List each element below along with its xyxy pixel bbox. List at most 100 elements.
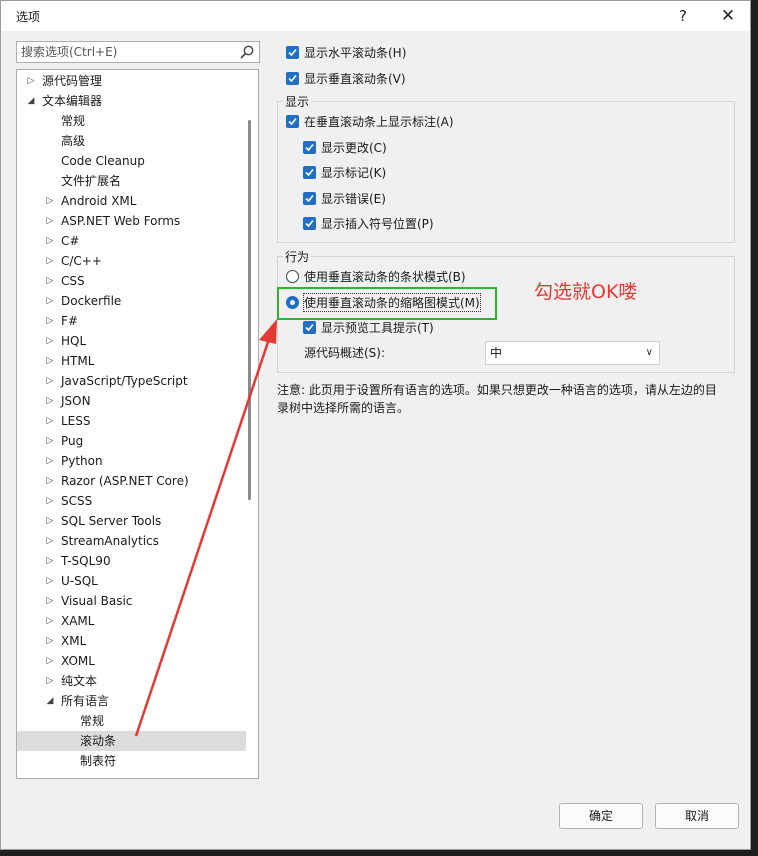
cancel-button[interactable]: 取消 <box>655 803 739 829</box>
expand-arrow-icon[interactable]: ▷ <box>26 71 36 91</box>
tree-item-label: 滚动条 <box>80 734 117 748</box>
tree-item[interactable]: ▷ SQL Server Tools <box>17 511 246 531</box>
highlight-box <box>277 287 497 320</box>
show-hscroll-checkbox[interactable]: 显示水平滚动条(H) <box>286 43 406 61</box>
overview-dropdown[interactable]: 中 ∨ <box>485 341 660 365</box>
tree-item[interactable]: ▷ CSS <box>17 271 246 291</box>
show-marks-checkbox[interactable]: 显示标记(K) <box>303 163 386 181</box>
expand-arrow-icon[interactable]: ▷ <box>45 651 55 671</box>
tree-item[interactable]: ▷ Pug <box>17 431 246 451</box>
expand-arrow-icon[interactable]: ▷ <box>45 471 55 491</box>
tree-item[interactable]: ▷ Dockerfile <box>17 291 246 311</box>
show-caret-checkbox[interactable]: 显示插入符号位置(P) <box>303 214 434 232</box>
close-button[interactable]: ✕ <box>714 5 742 27</box>
expand-arrow-icon[interactable]: ▷ <box>45 291 55 311</box>
tree-scrollbar-thumb[interactable] <box>248 120 251 500</box>
expand-arrow-icon[interactable]: ▷ <box>45 411 55 431</box>
tree-item[interactable]: ▷ Visual Basic <box>17 591 246 611</box>
show-annotations-label: 在垂直滚动条上显示标注(A) <box>304 114 454 129</box>
expand-arrow-icon[interactable]: ▷ <box>45 191 55 211</box>
expand-arrow-icon[interactable]: ▷ <box>45 391 55 411</box>
tree-item[interactable]: 制表符 <box>17 751 246 771</box>
bar-mode-radio[interactable]: 使用垂直滚动条的条状模式(B) <box>286 267 466 285</box>
title-bar: 选项 ? ✕ <box>1 1 750 31</box>
collapse-arrow-icon[interactable]: ◢ <box>26 91 36 111</box>
expand-arrow-icon[interactable]: ▷ <box>45 571 55 591</box>
checkbox-checked-icon <box>303 320 316 334</box>
checkbox-checked-icon <box>303 191 316 205</box>
show-errors-label: 显示错误(E) <box>321 191 386 206</box>
tree-item[interactable]: ◢ 文本编辑器 <box>17 91 246 111</box>
tree-item-label: 制表符 <box>80 754 117 768</box>
tree-item[interactable]: 文件扩展名 <box>17 171 246 191</box>
tree-item[interactable]: ▷ 源代码管理 <box>17 71 246 91</box>
tree-item[interactable]: 高级 <box>17 131 246 151</box>
checkbox-checked-icon <box>303 216 316 230</box>
tree-item[interactable]: 常规 <box>17 111 246 131</box>
expand-arrow-icon[interactable]: ▷ <box>45 511 55 531</box>
show-changes-checkbox[interactable]: 显示更改(C) <box>303 138 387 156</box>
expand-arrow-icon[interactable]: ▷ <box>45 431 55 451</box>
show-vscroll-checkbox[interactable]: 显示垂直滚动条(V) <box>286 69 406 87</box>
expand-arrow-icon[interactable]: ▷ <box>45 531 55 551</box>
tree-item[interactable]: ▷ StreamAnalytics <box>17 531 246 551</box>
options-tree[interactable]: ▷ 源代码管理 ◢ 文本编辑器 常规 高级 Code Cleanup 文件扩展名 ▷ Androi… <box>16 69 259 779</box>
tree-item[interactable]: ▷ SCSS <box>17 491 246 511</box>
collapse-arrow-icon[interactable]: ◢ <box>45 691 55 711</box>
tree-item[interactable]: ▷ HQL <box>17 331 246 351</box>
tree-item[interactable]: ▷ T-SQL90 <box>17 551 246 571</box>
show-errors-checkbox[interactable]: 显示错误(E) <box>303 189 386 207</box>
tree-item[interactable]: ▷ Razor (ASP.NET Core) <box>17 471 246 491</box>
tree-item[interactable]: ▷ XOML <box>17 651 246 671</box>
expand-arrow-icon[interactable]: ▷ <box>45 631 55 651</box>
expand-arrow-icon[interactable]: ▷ <box>45 251 55 271</box>
tree-item[interactable]: ▷ JavaScript/TypeScript <box>17 371 246 391</box>
annotation-text: 勾选就OK喽 <box>534 281 638 303</box>
expand-arrow-icon[interactable]: ▷ <box>45 311 55 331</box>
expand-arrow-icon[interactable]: ▷ <box>45 371 55 391</box>
expand-arrow-icon[interactable]: ▷ <box>45 551 55 571</box>
expand-arrow-icon[interactable]: ▷ <box>45 271 55 291</box>
tree-item[interactable]: Code Cleanup <box>17 151 246 171</box>
tree-item[interactable]: ▷ 纯文本 <box>17 671 246 691</box>
tree-item[interactable]: ▷ F# <box>17 311 246 331</box>
tree-item[interactable]: ▷ HTML <box>17 351 246 371</box>
tree-item[interactable]: ▷ LESS <box>17 411 246 431</box>
tree-item-label: C# <box>61 234 80 248</box>
show-hscroll-label: 显示水平滚动条(H) <box>304 45 407 60</box>
tree-item[interactable]: ▷ JSON <box>17 391 246 411</box>
expand-arrow-icon[interactable]: ▷ <box>45 491 55 511</box>
tree-item-label: F# <box>61 314 78 328</box>
checkbox-checked-icon <box>303 165 316 179</box>
help-button[interactable]: ? <box>669 5 697 27</box>
tree-item[interactable]: ▷ U-SQL <box>17 571 246 591</box>
window-title: 选项 <box>16 10 41 24</box>
expand-arrow-icon[interactable]: ▷ <box>45 611 55 631</box>
tree-item[interactable]: ▷ ASP.NET Web Forms <box>17 211 246 231</box>
tree-item[interactable]: ▷ Python <box>17 451 246 471</box>
expand-arrow-icon[interactable]: ▷ <box>45 671 55 691</box>
tree-item[interactable]: ▷ C# <box>17 231 246 251</box>
tree-item[interactable]: ▷ XAML <box>17 611 246 631</box>
expand-arrow-icon[interactable]: ▷ <box>45 331 55 351</box>
tree-item[interactable]: 常规 <box>17 711 246 731</box>
show-preview-checkbox[interactable]: 显示预览工具提示(T) <box>303 318 434 336</box>
tree-item[interactable]: ▷ Android XML <box>17 191 246 211</box>
behavior-group-title: 行为 <box>283 248 312 265</box>
search-input[interactable] <box>17 42 227 62</box>
tree-item[interactable]: ▷ C/C++ <box>17 251 246 271</box>
tree-item[interactable]: ◢ 所有语言 <box>17 691 246 711</box>
search-icon[interactable] <box>239 44 255 60</box>
expand-arrow-icon[interactable]: ▷ <box>45 591 55 611</box>
ok-button[interactable]: 确定 <box>559 803 643 829</box>
expand-arrow-icon[interactable]: ▷ <box>45 451 55 471</box>
show-annotations-checkbox[interactable]: 在垂直滚动条上显示标注(A) <box>286 112 454 130</box>
tree-item-label: 纯文本 <box>61 674 98 688</box>
tree-item[interactable]: ▷ XML <box>17 631 246 651</box>
note-text: 注意: 此页用于设置所有语言的选项。如果只想更改一种语言的选项，请从左边的目录树… <box>277 383 717 415</box>
expand-arrow-icon[interactable]: ▷ <box>45 231 55 251</box>
tree-item[interactable]: 滚动条 <box>17 731 246 751</box>
expand-arrow-icon[interactable]: ▷ <box>45 211 55 231</box>
expand-arrow-icon[interactable]: ▷ <box>45 351 55 371</box>
tree-item-label: StreamAnalytics <box>61 534 159 548</box>
